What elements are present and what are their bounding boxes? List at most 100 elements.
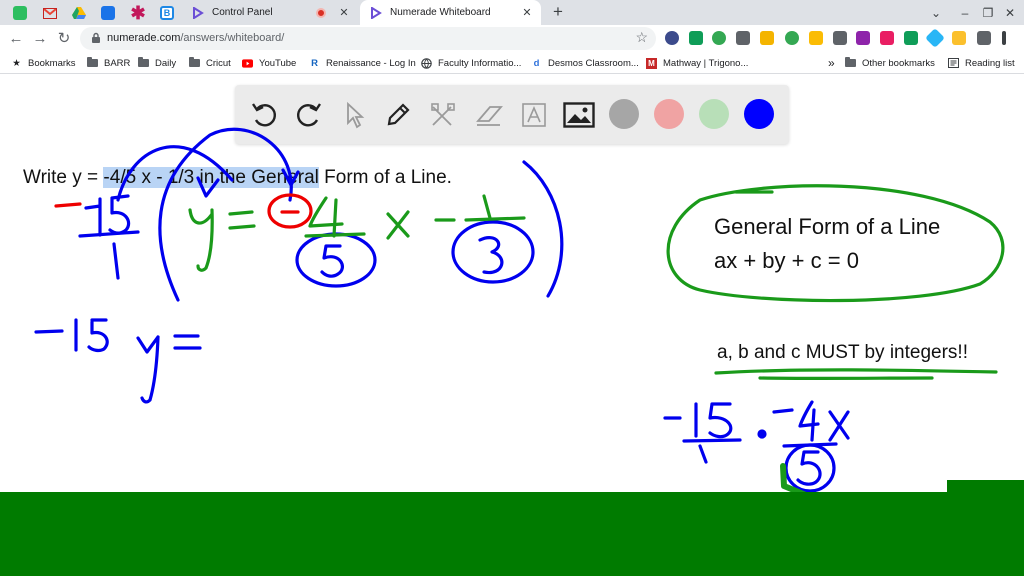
mathway-icon: M [646,57,657,69]
desmos-icon: d [533,57,540,69]
question-text: Write y = -4/5 x - 1/3 in the General Fo… [23,167,452,189]
youtube-icon [242,58,253,69]
folder-icon [138,57,149,69]
pinned-tab-contacts[interactable] [98,3,118,23]
bookmark-renaissance[interactable]: R Renaissance - Log In [309,55,416,71]
bookmark-bookmarks[interactable]: ★ Bookmarks [11,55,76,71]
renaissance-icon: R [311,57,318,69]
reload-button[interactable]: ↻ [54,29,74,49]
folder-icon [87,57,98,69]
bookmark-cricut[interactable]: Cricut [189,55,231,71]
green-bottom-region [0,492,1024,576]
pinned-tab-gmail[interactable] [40,3,60,23]
close-window-button[interactable]: ✕ [1000,3,1020,23]
recording-indicator-icon [316,7,326,18]
classroom-icon [13,6,27,20]
green-bottom-notch [947,480,1024,494]
folder-icon [845,57,856,69]
back-button[interactable]: ← [6,29,26,49]
extensions-puzzle-icon[interactable] [977,31,991,45]
bookmark-label: Faculty Informatio... [438,57,522,69]
extension-scissors-icon[interactable] [736,31,750,45]
question-pre: Write y = [23,167,104,188]
address-bar[interactable]: numerade.com/answers/whiteboard/ ☆ [80,27,656,50]
extension-b-icon[interactable] [856,31,870,45]
bookmark-label: Bookmarks [28,57,76,69]
bookmark-label: Mathway | Trigono... [663,57,749,69]
extension-camera-icon[interactable] [833,31,847,45]
bookmark-desmos[interactable]: d Desmos Classroom... [531,55,639,71]
bookmark-barr[interactable]: BARR [87,55,130,71]
contacts-icon [101,6,115,20]
bookmark-mathway[interactable]: M Mathway | Trigono... [646,55,748,71]
extension-check-icon[interactable] [904,31,918,45]
numerade-icon [370,6,382,19]
bookmark-label: Reading list [965,57,1015,69]
tab-search-icon[interactable]: ⌄ [926,3,946,23]
color-swatch-gray[interactable] [609,99,639,129]
close-tab-icon[interactable]: ✕ [519,5,535,21]
forward-button[interactable]: → [30,29,50,49]
restore-button[interactable]: ❐ [978,3,998,23]
new-tab-button[interactable]: + [548,3,568,23]
reading-list-icon [948,58,959,69]
pinned-tab-b[interactable]: B [157,3,177,23]
bookmarks-bar: ★ Bookmarks BARR Daily Cricut YouTube R Re… [0,52,1024,74]
extension-clipboard-icon[interactable] [760,31,774,45]
bookmark-label: YouTube [259,57,297,69]
tab-control-panel[interactable]: Control Panel ✕ [182,0,358,25]
drive-icon [72,7,86,19]
undo-icon[interactable] [248,99,280,131]
bookmark-label: Other bookmarks [862,57,935,69]
pointer-icon[interactable] [338,99,370,131]
reading-list-button[interactable]: Reading list [948,55,1015,71]
lock-icon [92,32,100,43]
extension-plus-icon[interactable] [785,31,799,45]
color-swatch-pink[interactable] [654,99,684,129]
minimize-button[interactable]: – [955,3,975,23]
gmail-icon [43,7,57,19]
close-tab-icon[interactable]: ✕ [336,5,352,21]
pen-icon[interactable] [382,99,414,131]
whiteboard-toolbar [235,85,789,144]
bookmark-label: Renaissance - Log In [326,57,416,69]
extension-drive-icon[interactable] [809,31,823,45]
bookmarks-overflow-button[interactable]: » [828,55,835,71]
redo-icon[interactable] [293,99,325,131]
color-swatch-light-green[interactable] [699,99,729,129]
color-swatch-blue[interactable] [744,99,774,129]
overflow-chevron: » [828,56,835,70]
text-icon[interactable] [518,99,550,131]
extension-arrow-icon[interactable] [880,31,894,45]
bookmark-star-icon[interactable]: ☆ [635,29,648,46]
folder-icon [189,57,200,69]
extension-note-icon[interactable] [952,31,966,45]
b-icon: B [160,6,174,20]
image-icon[interactable] [563,99,595,131]
shapes-icon[interactable] [427,99,459,131]
integers-note: a, b and c MUST by integers!! [717,342,968,363]
bookmark-faculty[interactable]: Faculty Informatio... [421,55,521,71]
extension-smile-icon[interactable] [712,31,726,45]
extension-document-icon[interactable] [689,31,703,45]
bookmark-daily[interactable]: Daily [138,55,176,71]
bookmark-label: Cricut [206,57,231,69]
screen: ✱ B Control Panel ✕ Numerade Whiteboard … [0,0,1024,576]
pinned-tab-asterisk[interactable]: ✱ [128,3,148,23]
star-icon: ★ [12,57,21,69]
browser-toolbar: ← → ↻ numerade.com/answers/whiteboard/ ☆ [0,25,1024,52]
bookmark-youtube[interactable]: YouTube [242,55,296,71]
question-post: Form of a Line. [318,167,452,188]
asterisk-icon: ✱ [130,2,146,23]
pinned-tab-drive[interactable] [69,3,89,23]
tab-numerade-whiteboard[interactable]: Numerade Whiteboard ✕ [360,0,541,25]
bookmark-other[interactable]: Other bookmarks [845,55,935,71]
browser-menu-icon[interactable] [1002,31,1006,45]
tab-title: Numerade Whiteboard [390,7,491,18]
eraser-icon[interactable] [473,99,505,131]
url-path: /answers/whiteboard/ [180,32,285,44]
bookmark-label: BARR [104,57,131,69]
pinned-tab-classroom[interactable] [10,3,30,23]
general-form-equation: ax + by + c = 0 [714,248,859,273]
extension-k-icon[interactable] [665,31,679,45]
